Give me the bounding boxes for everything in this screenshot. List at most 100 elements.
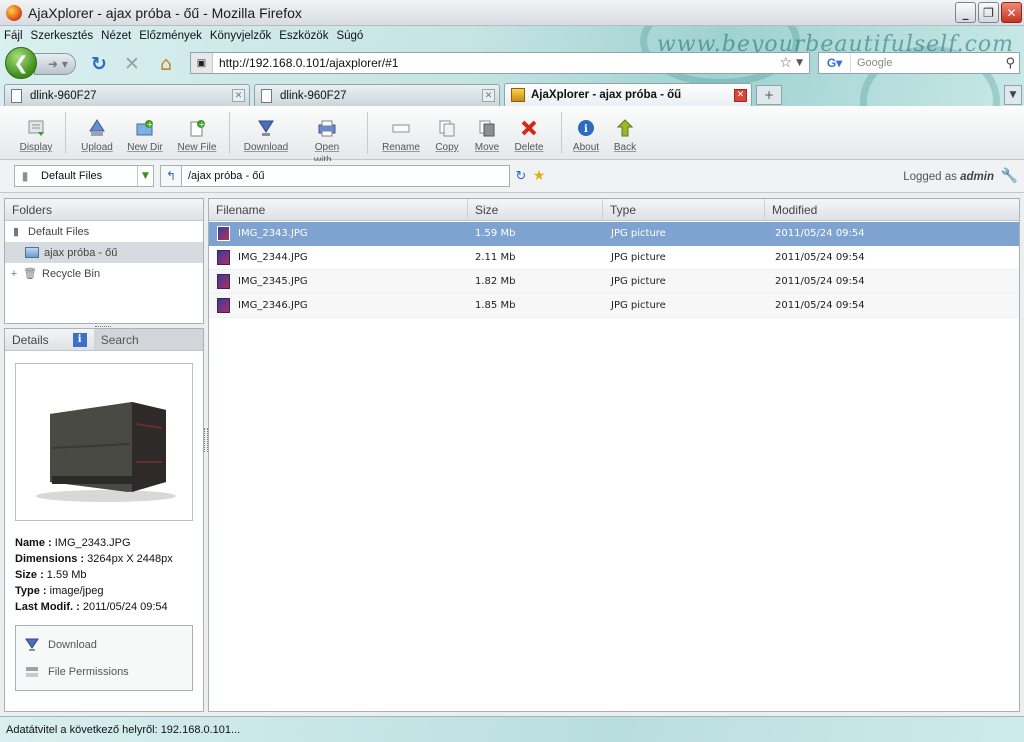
parent-folder-button[interactable]: ↰	[160, 165, 182, 187]
file-permissions-action[interactable]: File Permissions	[16, 658, 192, 685]
table-row[interactable]: IMG_2345.JPG 1.82 Mb JPG picture 2011/05…	[209, 270, 1019, 294]
repository-icon: ▮	[21, 169, 29, 183]
tab-details[interactable]: Details i	[5, 329, 94, 350]
display-icon	[26, 118, 46, 138]
expand-plus-icon[interactable]: +	[9, 267, 19, 281]
url-text[interactable]: http://192.168.0.101/ajaxplorer/#1	[213, 56, 780, 70]
navigation-toolbar: ➜ ▾ ❮ ↻ ✕ ⌂ ▣ http://192.168.0.101/ajaxp…	[0, 46, 1024, 80]
file-size: 1.59 Mb	[475, 228, 516, 239]
close-tab-icon[interactable]: ✕	[734, 88, 747, 102]
permissions-icon	[24, 664, 40, 680]
site-identity-icon[interactable]: ▣	[191, 53, 213, 73]
url-history-dropdown-icon[interactable]: ▼	[796, 58, 803, 68]
tab-search[interactable]: Search	[93, 329, 203, 350]
download-action[interactable]: Download	[16, 631, 192, 658]
repository-select[interactable]: ▮ Default Files ▼	[14, 165, 154, 187]
column-type[interactable]: Type	[603, 199, 765, 221]
rename-button[interactable]: Rename	[375, 118, 427, 153]
back-label: Back	[613, 142, 637, 153]
folder-icon	[25, 246, 39, 260]
delete-icon	[519, 118, 539, 138]
search-input[interactable]: Google	[851, 57, 1005, 69]
chevron-down-icon[interactable]: ▼	[137, 166, 153, 186]
close-tab-icon[interactable]: ✕	[232, 89, 245, 102]
file-name: IMG_2345.JPG	[238, 276, 308, 287]
google-engine-icon[interactable]: G▾	[819, 53, 851, 73]
url-bar[interactable]: ▣ http://192.168.0.101/ajaxplorer/#1 ☆ ▼	[190, 52, 810, 74]
jpg-file-icon	[217, 250, 230, 265]
new-dir-button[interactable]: + New Dir	[119, 118, 171, 153]
menu-edit[interactable]: Szerkesztés	[31, 30, 94, 42]
tab-ajaxplorer[interactable]: AjaXplorer - ajax próba - őű ✕	[504, 83, 752, 106]
download-icon	[256, 118, 276, 138]
close-tab-icon[interactable]: ✕	[482, 89, 495, 102]
stop-button[interactable]: ✕	[121, 53, 143, 75]
menu-tools[interactable]: Eszközök	[279, 30, 328, 42]
status-bar: Adatátvitel a következő helyről: 192.168…	[0, 716, 1024, 742]
download-button[interactable]: Download	[240, 118, 292, 153]
open-with-button[interactable]: Open with...	[301, 118, 353, 166]
window-titlebar: AjaXplorer - ajax próba - őű - Mozilla F…	[0, 0, 1024, 26]
status-text: Adatátvitel a következő helyről: 192.168…	[6, 723, 241, 736]
details-tabs: Details i Search	[5, 329, 203, 351]
info-icon: i	[576, 118, 596, 138]
path-input[interactable]: /ajax próba - őű	[182, 165, 510, 187]
folders-panel: Folders ▮ Default Files ajax próba - őű …	[4, 198, 204, 324]
refresh-button[interactable]: ↻	[512, 165, 530, 187]
menu-bar: Fájl Szerkesztés Nézet Előzmények Könyvj…	[0, 26, 371, 46]
tab-list-button[interactable]: ▼	[1004, 85, 1022, 105]
file-size: 2.11 Mb	[475, 252, 516, 263]
file-name-cell: IMG_2346.JPG	[217, 294, 308, 317]
settings-wrench-icon[interactable]: 🔧	[1001, 168, 1018, 184]
delete-button[interactable]: Delete	[503, 118, 555, 153]
svg-text:i: i	[584, 124, 588, 135]
upload-label: Upload	[81, 142, 113, 153]
tree-item-default-files[interactable]: ▮ Default Files	[5, 221, 203, 242]
minimize-button[interactable]: _	[955, 2, 976, 23]
toolbar-separator	[367, 112, 368, 154]
new-file-button[interactable]: + New File	[171, 118, 223, 153]
column-filename[interactable]: Filename	[209, 199, 468, 221]
menu-view[interactable]: Nézet	[101, 30, 131, 42]
table-row[interactable]: IMG_2344.JPG 2.11 Mb JPG picture 2011/05…	[209, 246, 1019, 270]
menu-file[interactable]: Fájl	[4, 30, 23, 42]
search-bar[interactable]: G▾ Google ⚲	[818, 52, 1020, 74]
search-magnifier-icon[interactable]: ⚲	[1005, 56, 1015, 71]
up-arrow-icon: ↰	[165, 169, 177, 183]
file-type: JPG picture	[611, 300, 666, 311]
tree-item-recycle-bin[interactable]: + 🗑 Recycle Bin	[5, 263, 203, 284]
bookmark-star-icon[interactable]: ☆	[780, 55, 793, 71]
new-file-icon: +	[187, 118, 207, 138]
home-button[interactable]: ⌂	[155, 53, 177, 75]
tab-dlink-1[interactable]: dlink-960F27 ✕	[4, 84, 250, 106]
menu-bookmarks[interactable]: Könyvjelzők	[210, 30, 271, 42]
column-modified[interactable]: Modified	[765, 199, 1019, 221]
new-tab-button[interactable]: +	[756, 85, 782, 105]
reload-button[interactable]: ↻	[88, 53, 110, 75]
close-window-button[interactable]: ✕	[1001, 2, 1022, 23]
repository-icon: ▮	[12, 226, 20, 238]
meta-value: 2011/05/24 09:54	[82, 601, 168, 613]
table-row[interactable]: IMG_2343.JPG 1.59 Mb JPG picture 2011/05…	[209, 222, 1019, 246]
column-size[interactable]: Size	[468, 199, 603, 221]
bookmark-star-icon: ★	[532, 168, 546, 184]
menu-history[interactable]: Előzmények	[139, 30, 202, 42]
bookmark-button[interactable]: ★	[530, 165, 548, 187]
file-list-header: Filename Size Type Modified	[209, 199, 1019, 221]
forward-button[interactable]: ➜ ▾	[34, 53, 76, 75]
table-row[interactable]: IMG_2346.JPG 1.85 Mb JPG picture 2011/05…	[209, 294, 1019, 318]
upload-button[interactable]: Upload	[71, 118, 123, 153]
display-button[interactable]: Display	[10, 118, 62, 153]
tab-dlink-2[interactable]: dlink-960F27 ✕	[254, 84, 500, 106]
download-label: Download	[243, 142, 289, 153]
tree-item-ajax-proba[interactable]: ajax próba - őű	[5, 242, 203, 263]
back-button[interactable]: ❮	[5, 47, 37, 79]
tab-search-label: Search	[100, 332, 139, 347]
file-permissions-label: File Permissions	[48, 665, 129, 678]
back-app-button[interactable]: Back	[599, 118, 651, 153]
tree-item-label: Recycle Bin	[42, 267, 101, 280]
menu-help[interactable]: Súgó	[336, 30, 363, 42]
maximize-button[interactable]: ❐	[978, 2, 999, 23]
file-name-cell: IMG_2343.JPG	[217, 222, 308, 245]
tab-bar: dlink-960F27 ✕ dlink-960F27 ✕ AjaXplorer…	[0, 82, 1024, 106]
